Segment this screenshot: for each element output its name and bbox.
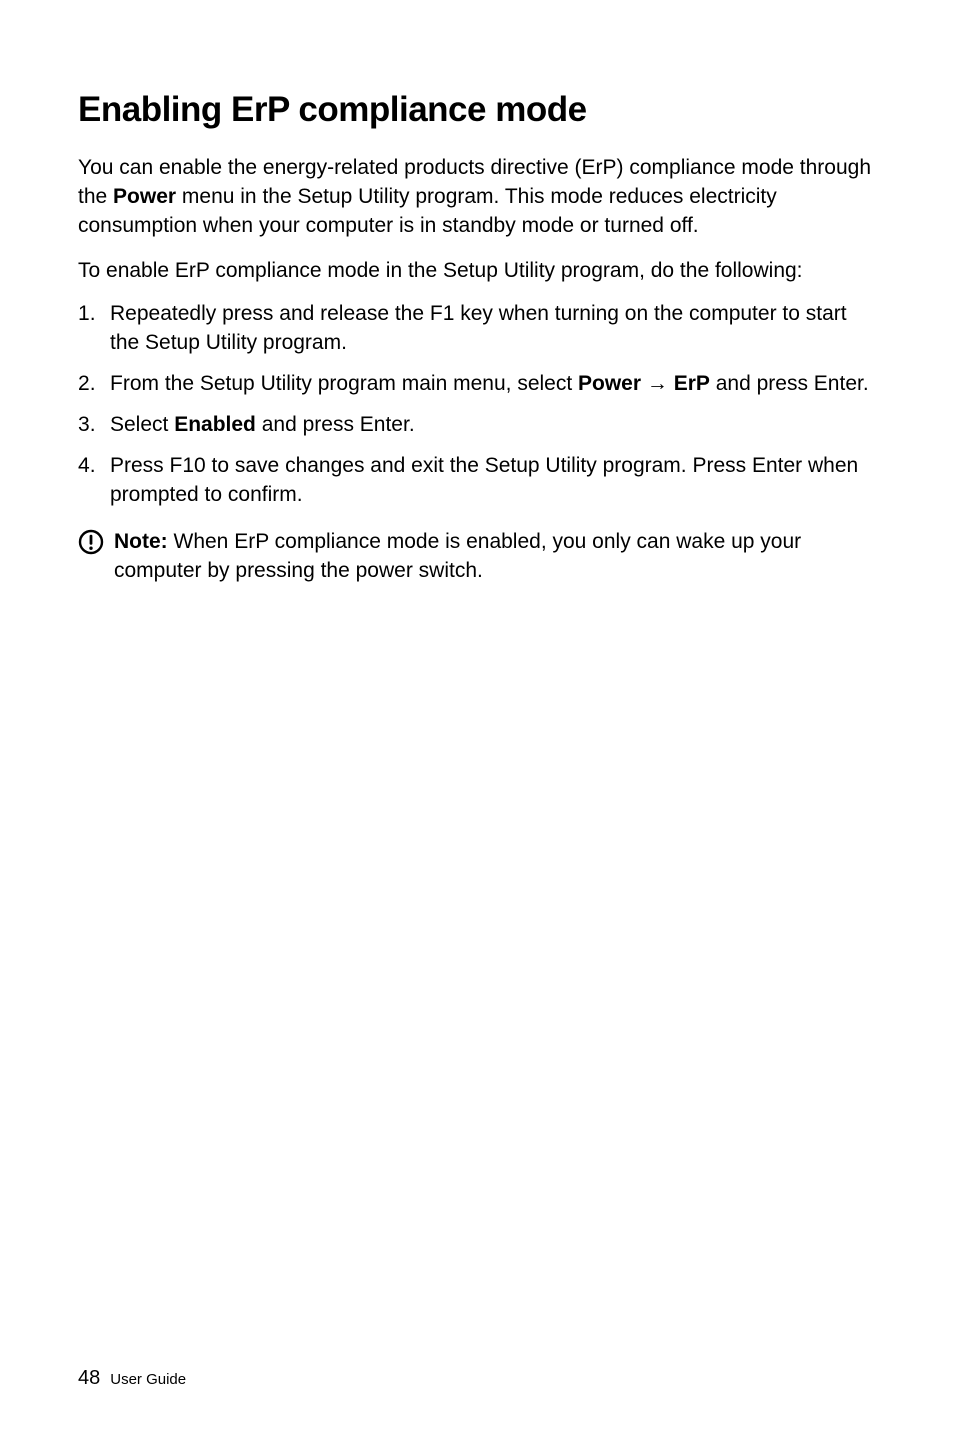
page-number: 48 <box>78 1367 100 1389</box>
note-text: Note: When ErP compliance mode is enable… <box>114 528 876 586</box>
step-text: From the Setup Utility program main menu… <box>110 372 578 395</box>
note-label: Note: <box>114 530 168 553</box>
step-text: Repeatedly press and release the F1 key … <box>110 302 847 354</box>
step-item: From the Setup Utility program main menu… <box>78 370 876 399</box>
step-item: Select Enabled and press Enter. <box>78 411 876 440</box>
note-block: Note: When ErP compliance mode is enable… <box>78 528 876 586</box>
step-text: and press Enter. <box>710 372 869 395</box>
step-item: Repeatedly press and release the F1 key … <box>78 300 876 358</box>
steps-list: Repeatedly press and release the F1 key … <box>78 300 876 510</box>
section-heading: Enabling ErP compliance mode <box>78 90 876 130</box>
intro-bold-power: Power <box>113 185 176 208</box>
document-page: Enabling ErP compliance mode You can ena… <box>0 0 954 1452</box>
step-item: Press F10 to save changes and exit the S… <box>78 452 876 510</box>
step-text: Select <box>110 413 174 436</box>
note-body: When ErP compliance mode is enabled, you… <box>114 530 801 582</box>
step-text: and press Enter. <box>256 413 415 436</box>
step-bold-text: Enabled <box>174 413 256 436</box>
intro-text-2: menu in the Setup Utility program. This … <box>78 185 777 237</box>
page-footer: 48 User Guide <box>78 1367 186 1390</box>
step-bold-text: Power → ErP <box>578 372 710 395</box>
footer-label: User Guide <box>110 1371 186 1388</box>
step-text: Press F10 to save changes and exit the S… <box>110 454 858 506</box>
alert-icon <box>78 529 104 555</box>
lead-paragraph: To enable ErP compliance mode in the Set… <box>78 257 876 286</box>
intro-paragraph: You can enable the energy-related produc… <box>78 154 876 241</box>
